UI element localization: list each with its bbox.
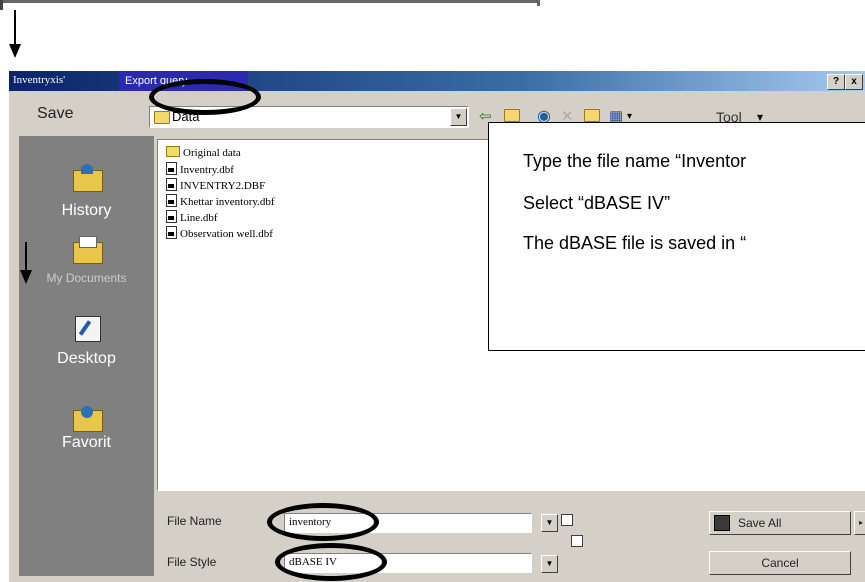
dbf-file-icon <box>166 178 177 191</box>
file-name: Inventry.dbf <box>180 164 234 176</box>
list-item[interactable]: Line.dbf <box>166 210 218 224</box>
up-folder-icon[interactable] <box>504 109 520 122</box>
favorites-icon <box>72 404 103 432</box>
dbf-file-icon <box>166 210 177 223</box>
dialog-title: Inventryxis' <box>13 74 66 86</box>
desktop-icon <box>73 316 101 342</box>
place-label: History <box>61 202 112 219</box>
save-dropdown-icon[interactable]: ▸ <box>854 511 865 535</box>
place-favorites[interactable]: Favorit <box>19 396 154 486</box>
highlight-oval-filestyle <box>275 543 387 581</box>
file-name: Khettar inventory.dbf <box>180 196 275 208</box>
file-name-dropdown-icon[interactable]: ▼ <box>541 514 558 532</box>
place-my-documents[interactable]: My Documents <box>19 226 154 306</box>
top-border-line <box>0 0 540 3</box>
flow-arrow-head <box>20 270 32 284</box>
file-style-label: File Style <box>167 555 217 569</box>
top-border-left <box>0 0 3 10</box>
annotation-line-3: The dBASE file is saved in “ <box>523 233 747 253</box>
place-label: Desktop <box>57 350 116 367</box>
highlight-oval-data <box>149 79 261 115</box>
help-button[interactable]: ? <box>827 74 845 90</box>
list-item[interactable]: INVENTRY2.DBF <box>166 178 265 192</box>
list-item[interactable]: Inventry.dbf <box>166 162 234 176</box>
new-folder-icon[interactable] <box>584 109 600 122</box>
flow-arrow-line <box>14 10 16 44</box>
file-name: INVENTRY2.DBF <box>180 180 266 192</box>
dbf-file-icon <box>166 226 177 239</box>
floppy-icon <box>714 515 730 531</box>
file-name: Original data <box>183 147 241 159</box>
file-name: Line.dbf <box>180 212 218 224</box>
chevron-down-icon[interactable]: ▼ <box>450 108 467 126</box>
dbf-file-icon <box>166 194 177 207</box>
file-style-dropdown-icon[interactable]: ▼ <box>541 555 558 573</box>
checkbox[interactable] <box>571 535 583 547</box>
place-desktop[interactable]: Desktop <box>19 306 154 396</box>
place-label: Favorit <box>62 434 111 451</box>
close-button[interactable]: x <box>845 74 863 90</box>
folder-icon <box>166 146 180 157</box>
flow-arrow-line <box>25 242 27 270</box>
my-documents-icon <box>72 236 103 264</box>
save-button[interactable]: Save All <box>709 511 851 535</box>
flow-arrow-head <box>9 44 21 58</box>
cancel-button[interactable]: Cancel <box>709 551 851 575</box>
list-item[interactable]: Observation well.dbf <box>166 226 273 240</box>
save-in-label: Save <box>37 105 74 122</box>
file-name: Observation well.dbf <box>180 228 273 240</box>
file-name-label: File Name <box>167 514 222 528</box>
annotation-line-2: Select “dBASE IV” <box>523 193 671 213</box>
place-history[interactable]: History <box>19 136 154 226</box>
top-border-right <box>537 0 540 6</box>
checkbox[interactable] <box>561 514 573 526</box>
highlight-oval-filename <box>267 503 379 541</box>
folder-icon <box>154 111 170 124</box>
dbf-file-icon <box>166 162 177 175</box>
place-label: My Documents <box>46 271 127 285</box>
list-item[interactable]: Khettar inventory.dbf <box>166 194 275 208</box>
annotation-box: Type the file name “Inventor Select “dBA… <box>488 122 865 351</box>
history-icon <box>72 164 103 192</box>
annotation-line-1: Type the file name “Inventor <box>523 151 747 171</box>
save-button-label: Save All <box>738 516 782 530</box>
places-bar: History My Documents Desktop Favorit <box>19 136 154 576</box>
list-item-folder[interactable]: Original data <box>166 146 241 160</box>
